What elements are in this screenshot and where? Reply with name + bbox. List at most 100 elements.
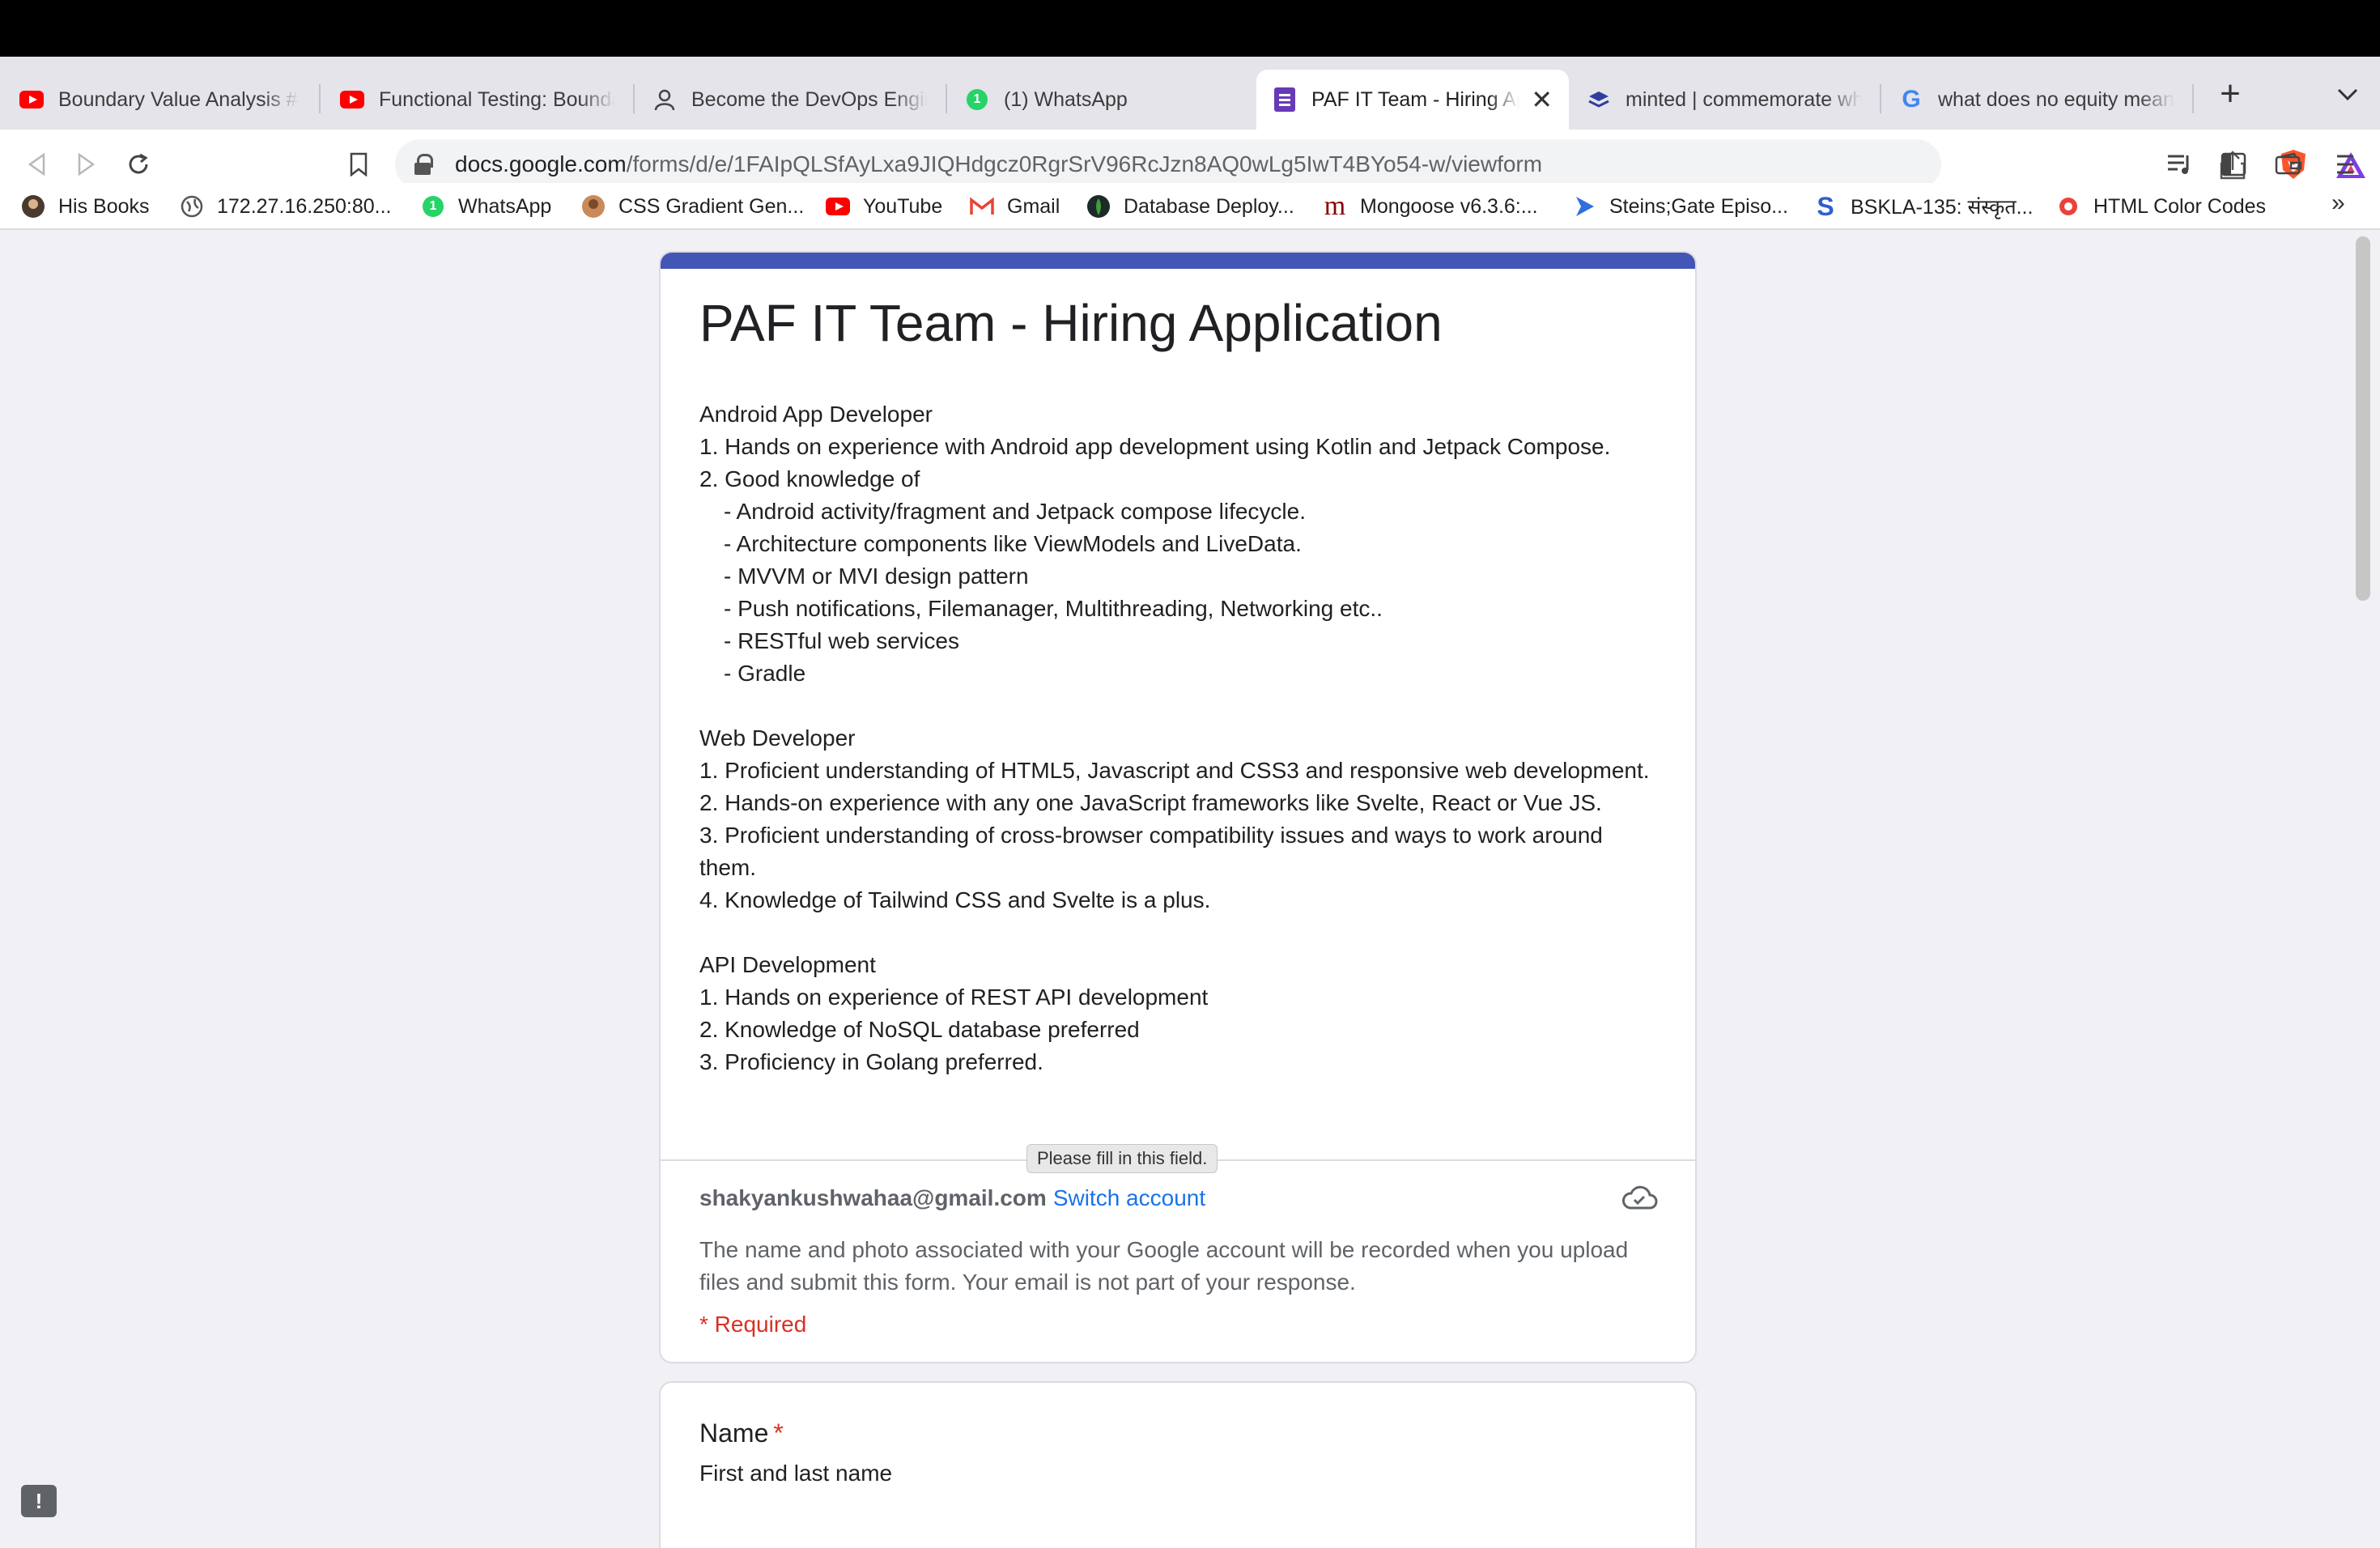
youtube-icon <box>826 194 850 219</box>
tab-search-chevron-icon[interactable] <box>2331 74 2364 115</box>
description-line: 2. Knowledge of NoSQL database preferred <box>699 1017 1140 1042</box>
bookmark-his-books[interactable]: His Books <box>21 189 150 223</box>
validation-tooltip: Please fill in this field. <box>1026 1144 1218 1173</box>
tab-title: PAF IT Team - Hiring Ap <box>1311 87 1520 111</box>
avatar-icon <box>581 194 606 219</box>
back-arrow-icon[interactable] <box>16 144 57 185</box>
description-line: 2. Hands-on experience with any one Java… <box>699 790 1602 815</box>
tab-google-search[interactable]: G what does no equity mean i <box>1883 70 2191 130</box>
wallet-icon[interactable] <box>2268 144 2309 185</box>
mongodb-icon <box>1086 194 1111 219</box>
sidebar-icon[interactable] <box>2213 144 2254 185</box>
window-top-bar <box>0 0 2380 57</box>
url-text[interactable]: docs.google.com/forms/d/e/1FAIpQLSfAyLxa… <box>455 151 1542 177</box>
bookmark-label: Mongoose v6.3.6:... <box>1360 194 1538 218</box>
youtube-icon <box>340 87 364 112</box>
whatsapp-icon: 1 <box>421 194 445 219</box>
bookmark-whatsapp[interactable]: 1 WhatsApp <box>421 189 551 223</box>
description-line: 1. Proficient understanding of HTML5, Ja… <box>699 758 1650 783</box>
question-card-name: Name * First and last name <box>659 1381 1697 1548</box>
question-help-text: First and last name <box>699 1461 893 1486</box>
mongoose-icon: m <box>1324 191 1346 221</box>
tab-title: (1) WhatsApp <box>1004 87 1128 111</box>
tab-title: Functional Testing: Boundar <box>379 87 615 111</box>
tab-separator <box>946 84 947 113</box>
bookmark-label: HTML Color Codes <box>2093 194 2267 218</box>
cloud-saved-icon[interactable] <box>1621 1184 1658 1211</box>
bookmarks-overflow-icon[interactable]: » <box>2331 189 2345 217</box>
bookmark-mongoose[interactable]: m Mongoose v6.3.6:... <box>1323 189 1538 223</box>
description-line: - Gradle <box>724 661 806 686</box>
description-line <box>699 916 1663 949</box>
form-title: PAF IT Team - Hiring Application <box>699 294 1443 352</box>
tab-title: what does no equity mean i <box>1938 87 2174 111</box>
description-line: 4. Knowledge of Tailwind CSS and Svelte … <box>699 887 1211 912</box>
description-line: - RESTful web services <box>724 628 959 653</box>
account-row: shakyankushwahaa@gmail.com Switch account <box>699 1185 1205 1211</box>
youtube-icon <box>19 87 44 112</box>
devops-icon <box>652 87 677 112</box>
bookmark-label: BSKLA-135: संस्कृत... <box>1851 196 2034 219</box>
tab-separator <box>633 84 635 113</box>
tab-paf-hiring-active[interactable]: PAF IT Team - Hiring Ap ✕ <box>1256 70 1569 130</box>
report-feedback-icon[interactable]: ! <box>21 1485 57 1517</box>
description-line <box>699 690 1663 722</box>
form-description: Android App Developer 1. Hands on experie… <box>699 398 1663 1078</box>
menu-icon[interactable] <box>2325 144 2365 185</box>
tab-minted[interactable]: minted | commemorate wha <box>1570 70 1878 130</box>
bookmark-label: Database Deploy... <box>1124 194 1294 218</box>
switch-account-link[interactable]: Switch account <box>1053 1185 1205 1210</box>
address-bar[interactable]: docs.google.com/forms/d/e/1FAIpQLSfAyLxa… <box>395 139 2365 189</box>
tab-separator <box>2192 84 2194 113</box>
bookmark-database-deploy[interactable]: Database Deploy... <box>1086 189 1294 223</box>
bookmarks-bar: His Books 172.27.16.250:80... 1 WhatsApp… <box>0 183 2380 230</box>
s-icon: S <box>1817 191 1834 221</box>
bookmark-bskla[interactable]: S BSKLA-135: संस्कृत... <box>1813 189 2033 223</box>
description-line: - MVVM or MVI design pattern <box>724 563 1029 589</box>
description-line: 1. Hands on experience of REST API devel… <box>699 985 1209 1010</box>
bookmark-youtube[interactable]: YouTube <box>826 189 942 223</box>
bookmark-gmail[interactable]: Gmail <box>970 189 1060 223</box>
forms-icon <box>1273 87 1297 112</box>
bookmark-label: WhatsApp <box>458 194 552 218</box>
whatsapp-icon: 1 <box>965 87 989 112</box>
description-line: - Android activity/fragment and Jetpack … <box>724 499 1307 524</box>
tab-strip: Boundary Value Analysis #P Functional Te… <box>0 57 2380 134</box>
forward-arrow-icon[interactable] <box>66 144 107 185</box>
gmail-icon <box>970 194 994 219</box>
lock-icon[interactable] <box>414 154 433 175</box>
bookmark-ip-address[interactable]: 172.27.16.250:80... <box>180 189 391 223</box>
bookmark-label: CSS Gradient Gen... <box>618 194 805 218</box>
globe-icon <box>180 194 204 219</box>
tab-title: Become the DevOps Engine <box>691 87 928 111</box>
description-line: 1. Hands on experience with Android app … <box>699 434 1611 459</box>
tab-boundary-value-analysis[interactable]: Boundary Value Analysis #P <box>3 70 316 130</box>
tab-functional-testing[interactable]: Functional Testing: Boundar <box>324 70 631 130</box>
description-line: Web Developer <box>699 725 856 751</box>
tab-devops[interactable]: Become the DevOps Engine <box>636 70 944 130</box>
bookmark-icon[interactable] <box>338 144 379 185</box>
close-tab-icon[interactable]: ✕ <box>1531 84 1553 115</box>
new-tab-plus-icon[interactable]: + <box>2210 70 2250 118</box>
bookmark-html-color-codes[interactable]: HTML Color Codes <box>2056 189 2266 223</box>
required-note: * Required <box>699 1312 807 1337</box>
tab-separator <box>319 84 321 113</box>
bookmark-css-gradient[interactable]: CSS Gradient Gen... <box>581 189 804 223</box>
tab-whatsapp[interactable]: 1 (1) WhatsApp <box>949 70 1256 130</box>
description-line: - Push notifications, Filemanager, Multi… <box>724 596 1383 621</box>
bookmark-label: YouTube <box>863 194 943 218</box>
bookmark-steins-gate[interactable]: Steins;Gate Episo... <box>1572 189 1788 223</box>
account-notice: The name and photo associated with your … <box>699 1237 1629 1295</box>
reload-icon[interactable] <box>118 144 159 185</box>
minted-icon <box>1587 87 1611 112</box>
description-line: 3. Proficient understanding of cross-bro… <box>699 823 1603 880</box>
scrollbar-thumb[interactable] <box>2356 236 2370 601</box>
media-playlist-icon[interactable] <box>2160 144 2200 185</box>
question-title: Name * <box>699 1418 784 1448</box>
tab-separator <box>1880 84 1881 113</box>
account-email: shakyankushwahaa@gmail.com <box>699 1185 1047 1210</box>
accent-stripe <box>661 253 1695 269</box>
description-line: - Architecture components like ViewModel… <box>724 531 1302 556</box>
tab-title: minted | commemorate wha <box>1626 87 1862 111</box>
required-asterisk: * <box>773 1418 784 1448</box>
